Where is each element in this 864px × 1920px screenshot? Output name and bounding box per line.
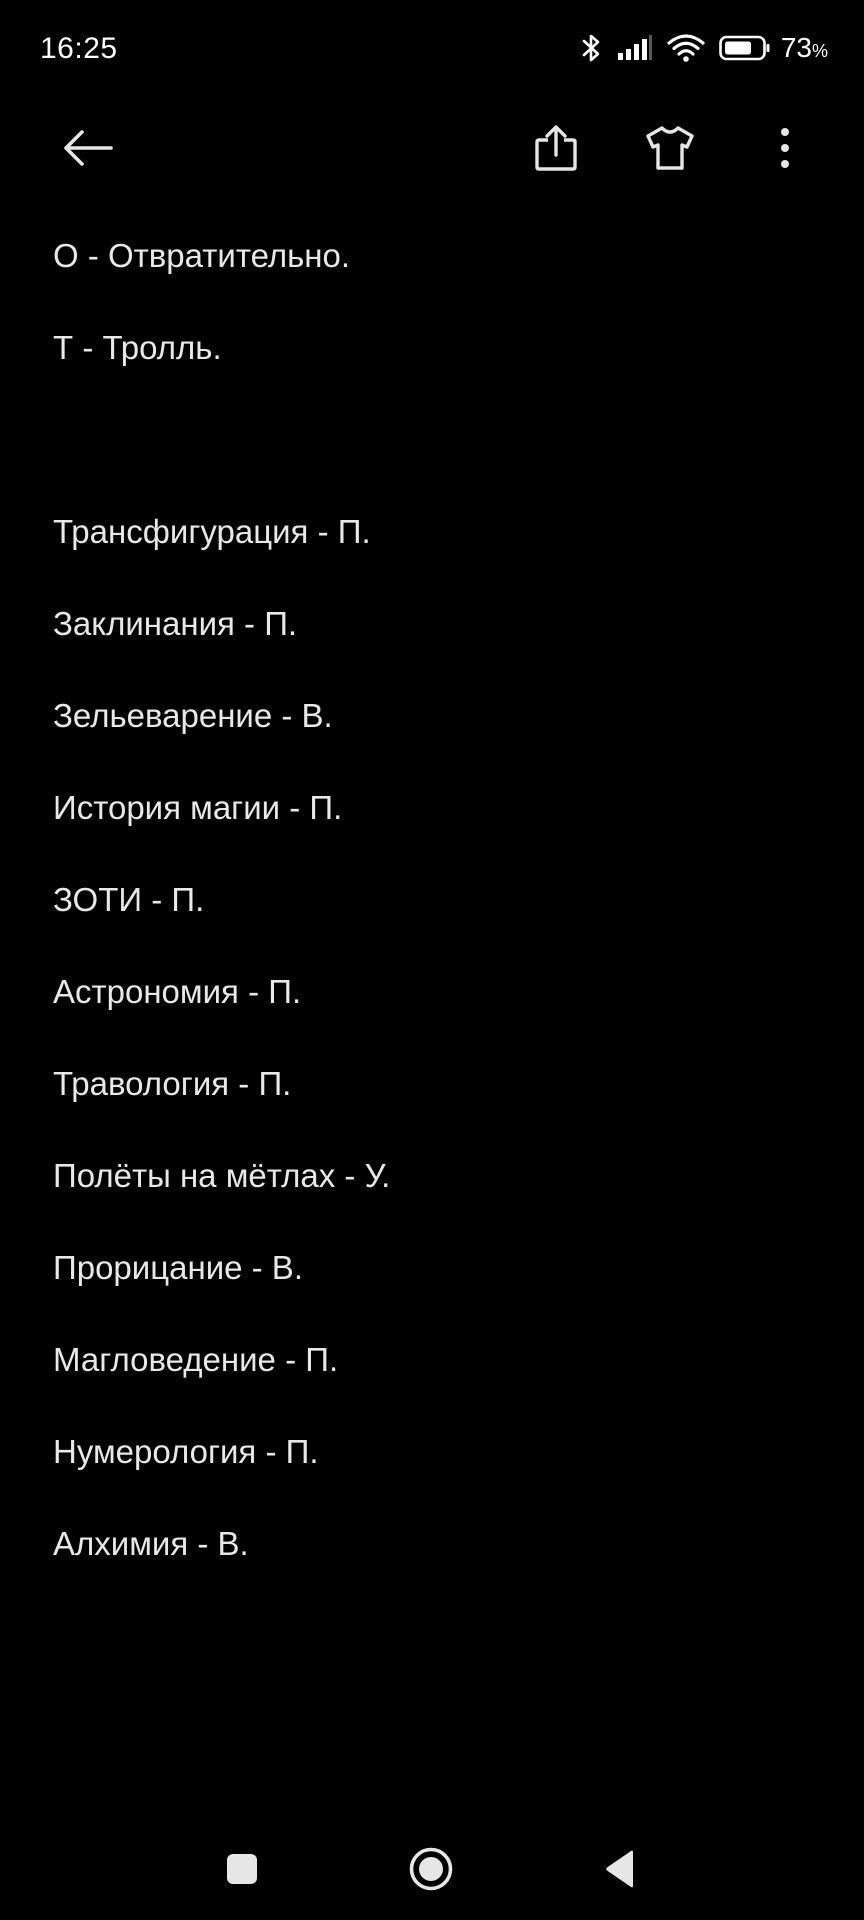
home-circle-icon [408,1846,454,1897]
note-line: Нумерология - П. [53,1433,319,1470]
note-line: Зельеварение - В. [53,697,333,734]
tshirt-theme-icon [645,125,695,176]
back-button[interactable] [48,110,128,190]
note-line: ЗОТИ - П. [53,881,205,918]
note-line: История магии - П. [53,789,343,826]
battery-percent: 73% [780,32,828,63]
back-triangle-icon [603,1849,637,1894]
note-line: Прорицание - В. [53,1249,303,1286]
recents-button[interactable] [207,1836,277,1906]
note-line: Астрономия - П. [53,973,302,1010]
note-line: Магловедение - П. [53,1341,339,1378]
note-line: Трансфигурация - П. [53,513,371,550]
note-line: Т - Тролль. [53,329,222,366]
theme-button[interactable] [630,110,710,190]
note-line: О - Отвратительно. [53,237,351,274]
recents-square-icon [225,1852,259,1891]
note-line-blank [53,394,833,486]
more-options-button[interactable] [745,110,825,190]
note-line: Травология - П. [53,1065,292,1102]
system-back-button[interactable] [585,1836,655,1906]
share-icon [534,124,578,177]
signal-icon [617,35,653,61]
bluetooth-icon [581,32,603,64]
battery-icon [719,35,771,61]
note-line: Алхимия - В. [53,1525,249,1562]
home-button[interactable] [396,1836,466,1906]
share-button[interactable] [516,110,596,190]
status-bar: 16:25 73% [0,0,864,96]
more-vert-icon [779,127,791,174]
note-toolbar [0,96,864,216]
system-nav-bar [0,1820,864,1920]
status-time: 16:25 [40,32,118,65]
note-body[interactable]: О - Отвратительно. Т - Тролль. Трансфигу… [53,210,833,1590]
note-line: Полёты на мётлах - У. [53,1157,391,1194]
back-arrow-icon [62,128,114,173]
note-line: Заклинания - П. [53,605,298,642]
wifi-icon [667,33,705,63]
status-icons: 73% [581,30,828,66]
